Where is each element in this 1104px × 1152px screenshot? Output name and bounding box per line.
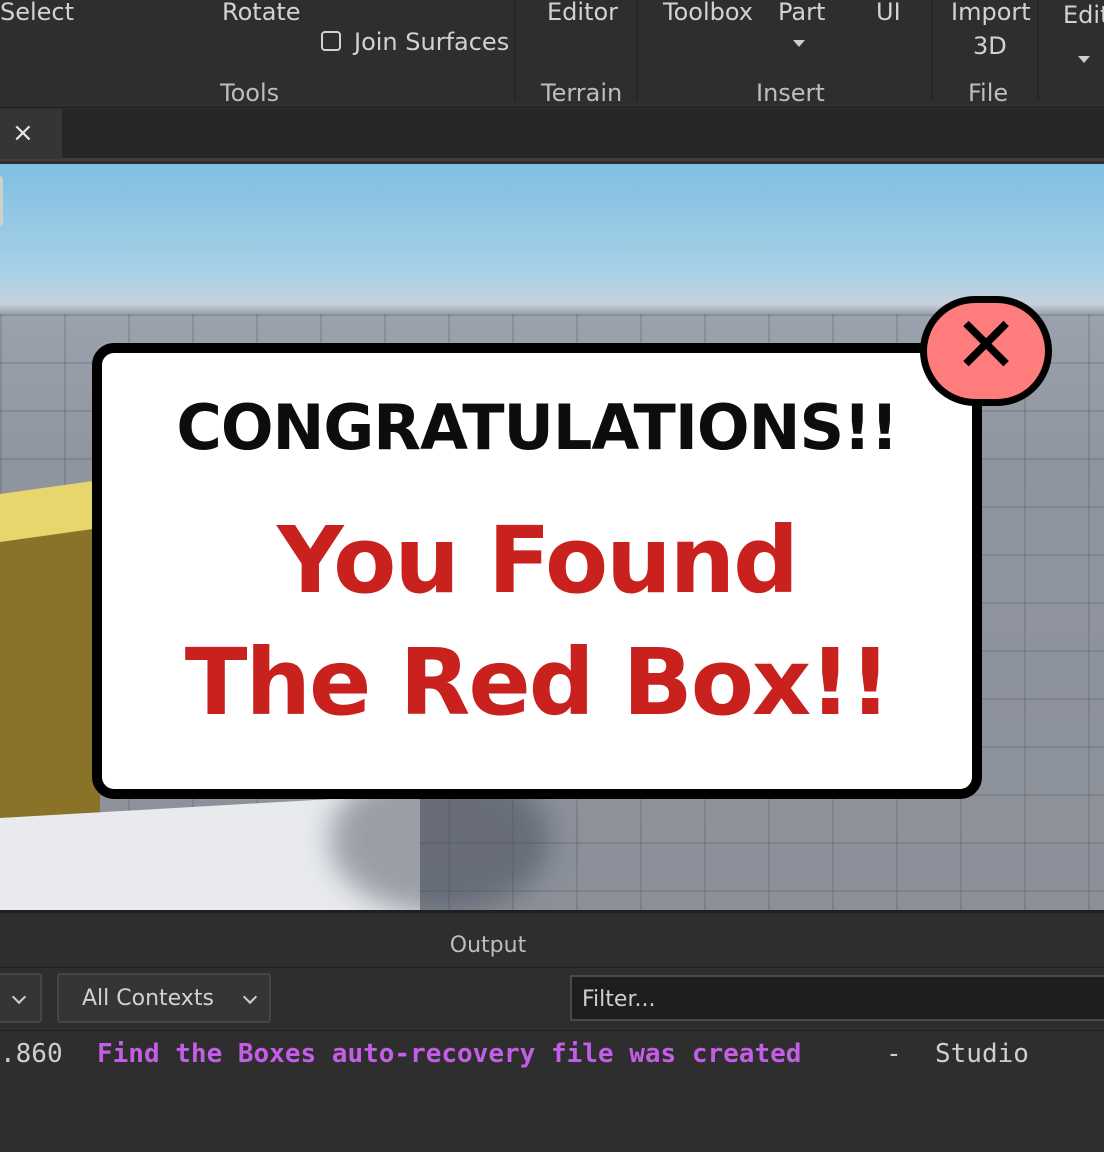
popup-title: CONGRATULATIONS!! [176, 391, 898, 464]
ribbon-divider [514, 0, 516, 100]
join-surfaces-checkbox[interactable] [321, 31, 341, 51]
viewport-handle[interactable] [0, 176, 3, 226]
import-3d-button-line2[interactable]: 3D [973, 34, 1007, 58]
insert-group-label: Insert [756, 79, 825, 107]
close-icon: ✕ [953, 301, 1019, 391]
popup-message-line2: The Red Box!! [184, 629, 891, 736]
file-group-label: File [968, 79, 1009, 107]
chevron-down-icon [242, 989, 258, 1005]
ribbon-divider [931, 0, 933, 100]
document-tab-strip: × [0, 109, 1104, 161]
congratulations-popup: CONGRATULATIONS!! You Found The Red Box!… [92, 343, 982, 799]
ribbon-divider [1037, 0, 1039, 100]
toolbox-button[interactable]: Toolbox [663, 0, 753, 24]
edit-button[interactable]: Edit [1063, 3, 1104, 27]
message-type-dropdown[interactable] [0, 973, 42, 1023]
divider [0, 967, 1104, 968]
filter-input[interactable]: Filter... [570, 975, 1104, 1021]
popup-message-line1: You Found [276, 507, 799, 614]
filter-placeholder: Filter... [582, 987, 656, 1012]
part-dropdown-icon[interactable] [793, 40, 805, 47]
log-source: Studio [935, 1039, 1029, 1069]
terrain-editor-button[interactable]: Editor [547, 0, 618, 24]
contexts-dropdown[interactable]: All Contexts [57, 973, 271, 1023]
chevron-down-icon [11, 989, 27, 1005]
edit-dropdown-icon[interactable] [1078, 56, 1090, 63]
rotate-tool-button[interactable]: Rotate [222, 0, 301, 24]
document-tab[interactable]: × [0, 109, 62, 159]
ui-button[interactable]: UI [876, 0, 901, 24]
select-tool-button[interactable]: Select [0, 0, 74, 24]
log-message[interactable]: Find the Boxes auto-recovery file was cr… [97, 1041, 801, 1067]
ribbon-divider [636, 0, 638, 100]
close-icon[interactable]: × [12, 120, 34, 146]
divider [0, 1030, 1104, 1031]
part-button[interactable]: Part [778, 0, 825, 24]
popup-close-button[interactable]: ✕ [920, 296, 1052, 406]
log-timestamp: .860 [0, 1039, 63, 1069]
yellow-box-side[interactable] [0, 526, 100, 856]
output-panel-title: Output [449, 933, 527, 958]
contexts-dropdown-label: All Contexts [82, 986, 214, 1011]
ribbon-toolbar: Select Rotate Join Surfaces Tools Editor… [0, 0, 1104, 108]
log-separator: - [886, 1039, 902, 1069]
output-panel: Output All Contexts Filter... .860 Find … [0, 910, 1104, 1152]
terrain-group-label: Terrain [541, 79, 623, 107]
join-surfaces-label[interactable]: Join Surfaces [354, 30, 509, 54]
tools-group-label: Tools [220, 79, 280, 107]
import-3d-button[interactable]: Import [951, 0, 1031, 24]
